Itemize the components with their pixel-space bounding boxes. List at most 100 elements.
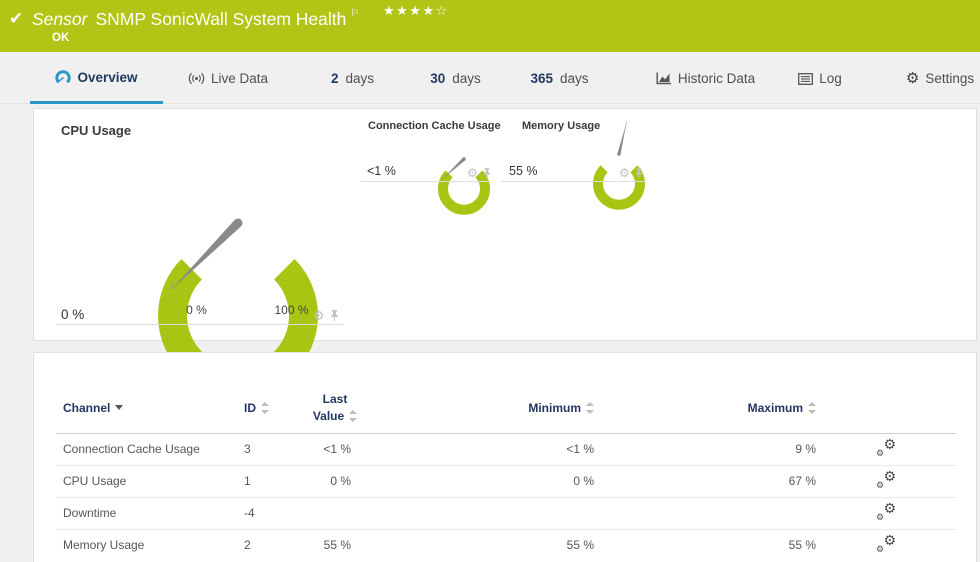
channel-name: CPU Usage: [56, 465, 236, 497]
col-header-maximum[interactable]: Maximum: [609, 383, 836, 433]
sort-icon: [586, 402, 594, 414]
channel-settings-icon[interactable]: ⚙⚙: [876, 439, 896, 457]
tab-label: Historic Data: [678, 71, 755, 86]
gear-icon: ⚙: [906, 71, 919, 86]
maximum-value: 9 %: [609, 433, 836, 465]
table-header-row: Channel ID LastValue Minimum Maximum: [56, 383, 956, 433]
channel-name: Memory Usage: [56, 529, 236, 561]
tab-number: 2: [331, 71, 339, 86]
channel-settings-icon[interactable]: ⚙⚙: [876, 535, 896, 553]
tab-365-days[interactable]: 365 days: [512, 53, 607, 104]
tab-label: days: [452, 71, 481, 86]
status-ok-check-icon: ✔: [9, 9, 23, 29]
tab-bar: Overview Live Data 2 days 30 days 365 da…: [0, 52, 980, 104]
priority-star-rating[interactable]: ★★★★☆: [383, 3, 449, 19]
col-header-id[interactable]: ID: [236, 383, 304, 433]
tab-label: days: [560, 71, 589, 86]
tab-number: 30: [430, 71, 445, 86]
sensor-kind-label: Sensor: [32, 9, 87, 29]
sort-icon: [808, 402, 816, 414]
maximum-value: 55 %: [609, 529, 836, 561]
sort-desc-icon: [115, 405, 123, 410]
flag-icon[interactable]: ⚐: [350, 8, 359, 19]
table-row[interactable]: Connection Cache Usage 3 <1 % <1 % 9 % ⚙…: [56, 433, 956, 465]
cpu-scale-max: 100 %: [269, 303, 314, 317]
page-title: SNMP SonicWall System Health: [95, 9, 346, 29]
sort-icon: [349, 410, 357, 422]
gear-icon[interactable]: ⚙: [467, 167, 478, 179]
tab-overview[interactable]: Overview: [30, 53, 163, 104]
table-row[interactable]: CPU Usage 1 0 % 0 % 67 % ⚙⚙: [56, 465, 956, 497]
overview-gauges-panel: CPU Usage x̄ 0 % 100 % 0 % ⚙ Connection …: [33, 108, 977, 341]
maximum-value: [609, 497, 836, 529]
minimum-value: 0 %: [366, 465, 609, 497]
table-row[interactable]: Memory Usage 2 55 % 55 % 55 % ⚙⚙: [56, 529, 956, 561]
col-header-last-value[interactable]: LastValue: [304, 383, 366, 433]
tab-label: days: [345, 71, 374, 86]
minimum-value: 55 %: [366, 529, 609, 561]
divider: [361, 181, 489, 182]
divider: [501, 181, 646, 182]
table-row[interactable]: Downtime -4 ⚙⚙: [56, 497, 956, 529]
col-header-actions: [836, 383, 956, 433]
sensor-title-line: Sensor SNMP SonicWall System Health ⚐: [32, 8, 359, 30]
channel-name: Connection Cache Usage: [56, 433, 236, 465]
memory-current-value: 55 %: [509, 164, 538, 178]
sort-icon: [261, 402, 269, 414]
cpu-gauge-title: CPU Usage: [61, 123, 131, 138]
pin-icon[interactable]: [483, 168, 491, 179]
tab-label: Live Data: [211, 71, 268, 86]
last-value: 55 %: [304, 529, 366, 561]
cpu-scale-min: 0 %: [174, 303, 219, 317]
cpu-mean-marker: x̄: [170, 281, 175, 292]
channel-id: -4: [236, 497, 304, 529]
pin-icon[interactable]: [330, 310, 339, 322]
memory-gauge-title: Memory Usage: [522, 120, 600, 132]
star-empty: ☆: [436, 3, 449, 18]
cpu-gauge-tools: ⚙: [313, 309, 339, 322]
tab-log[interactable]: Log: [790, 53, 850, 104]
minimum-value: <1 %: [366, 433, 609, 465]
channel-settings-icon[interactable]: ⚙⚙: [876, 471, 896, 489]
col-header-channel[interactable]: Channel: [56, 383, 236, 433]
channel-id: 2: [236, 529, 304, 561]
channel-id: 3: [236, 433, 304, 465]
tab-historic-data[interactable]: Historic Data: [648, 53, 763, 104]
channels-panel: Channel ID LastValue Minimum Maximum Con…: [33, 352, 977, 562]
cpu-gauge: [153, 135, 323, 305]
sensor-status-header: ✔ Sensor SNMP SonicWall System Health ⚐ ★★…: [0, 0, 980, 52]
log-icon: [798, 73, 813, 85]
channel-id: 1: [236, 465, 304, 497]
stars-filled: ★★★★: [383, 3, 436, 18]
channel-settings-icon[interactable]: ⚙⚙: [876, 503, 896, 521]
tab-2-days[interactable]: 2 days: [305, 53, 400, 104]
last-value: [304, 497, 366, 529]
memory-gauge-tools: ⚙: [619, 167, 643, 179]
gear-icon[interactable]: ⚙: [313, 309, 325, 322]
prtg-sensor-page: ✔ Sensor SNMP SonicWall System Health ⚐ ★★…: [0, 0, 980, 562]
pin-icon[interactable]: [635, 168, 643, 179]
gear-icon[interactable]: ⚙: [619, 167, 630, 179]
maximum-value: 67 %: [609, 465, 836, 497]
tab-number: 365: [530, 71, 553, 86]
channel-name: Downtime: [56, 497, 236, 529]
cpu-current-value: 0 %: [61, 307, 84, 322]
broadcast-icon: [188, 72, 205, 85]
col-header-minimum[interactable]: Minimum: [366, 383, 609, 433]
channels-table: Channel ID LastValue Minimum Maximum Con…: [56, 383, 956, 561]
tab-label: Log: [819, 71, 842, 86]
tab-live-data[interactable]: Live Data: [178, 53, 278, 104]
cache-current-value: <1 %: [367, 164, 396, 178]
last-value: <1 %: [304, 433, 366, 465]
last-value: 0 %: [304, 465, 366, 497]
status-badge: OK: [52, 32, 69, 44]
chart-icon: [656, 72, 672, 85]
tab-30-days[interactable]: 30 days: [408, 53, 503, 104]
divider: [56, 324, 344, 325]
tab-label: Overview: [77, 70, 137, 85]
tab-settings[interactable]: ⚙ Settings: [900, 53, 980, 104]
gauge-icon: [55, 70, 71, 85]
minimum-value: [366, 497, 609, 529]
cache-gauge-tools: ⚙: [467, 167, 491, 179]
tab-label: Settings: [925, 71, 974, 86]
